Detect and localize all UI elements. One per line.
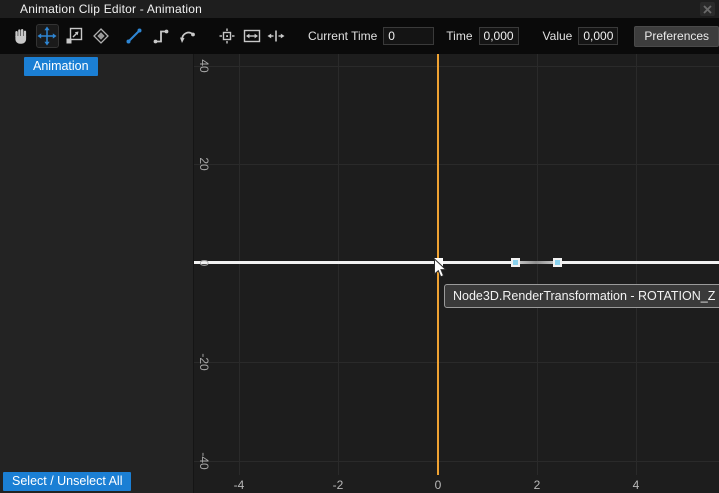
move-icon	[37, 26, 57, 46]
spline-interpolation-icon	[177, 26, 197, 46]
gridline-vertical	[338, 54, 339, 475]
step-interpolation-button[interactable]	[150, 25, 172, 47]
curve-graph-canvas[interactable]: 40 20 0 -20 -40 -4 -2 0 2 4 Node3D.Rende…	[193, 54, 719, 493]
x-tick-4: 4	[621, 478, 651, 492]
key-diamond-button[interactable]	[90, 25, 112, 47]
spread-keys-icon	[266, 26, 286, 46]
move-button[interactable]	[37, 25, 59, 47]
time-label: Time	[446, 29, 472, 43]
focus-selected-button[interactable]	[216, 25, 238, 47]
focus-selected-icon	[217, 26, 237, 46]
x-tick-neg-2: -2	[323, 478, 353, 492]
fit-width-button[interactable]	[241, 25, 263, 47]
x-tick-neg-4: -4	[224, 478, 254, 492]
animation-clip-editor-window: Animation Clip Editor - Animation	[0, 0, 719, 493]
pan-hand-button[interactable]	[10, 25, 32, 47]
y-tick-40: 40	[197, 54, 211, 81]
curve-tooltip: Node3D.RenderTransformation - ROTATION_Z	[444, 284, 719, 308]
gridline-horizontal	[194, 362, 719, 363]
gridline-horizontal	[194, 461, 719, 462]
scale-icon	[64, 26, 84, 46]
x-tick-0: 0	[423, 478, 453, 492]
left-panel: Animation Select / Unselect All	[0, 54, 193, 493]
close-icon	[703, 5, 712, 14]
window-title: Animation Clip Editor - Animation	[20, 2, 202, 16]
current-time-label: Current Time	[308, 29, 377, 43]
linear-interpolation-icon	[124, 26, 144, 46]
pan-hand-icon	[11, 26, 31, 46]
gridline-vertical	[239, 54, 240, 475]
mouse-cursor-icon	[433, 258, 449, 280]
value-label: Value	[543, 29, 573, 43]
select-unselect-all-button[interactable]: Select / Unselect All	[3, 472, 131, 491]
curve-segment-between-keys[interactable]	[515, 261, 557, 264]
gridline-vertical	[537, 54, 538, 475]
keyframe-time-2-4[interactable]	[553, 258, 562, 267]
gridline-horizontal	[194, 164, 719, 165]
gridline-horizontal	[194, 66, 719, 67]
x-tick-2: 2	[522, 478, 552, 492]
y-tick-neg-20: -20	[197, 347, 211, 377]
linear-interpolation-button[interactable]	[123, 25, 145, 47]
gridline-vertical	[636, 54, 637, 475]
key-diamond-icon	[91, 26, 111, 46]
scale-button[interactable]	[63, 25, 85, 47]
close-button[interactable]	[700, 2, 715, 16]
y-tick-20: 20	[197, 149, 211, 179]
fit-width-icon	[242, 26, 262, 46]
animation-tab-button[interactable]: Animation	[24, 57, 98, 76]
current-time-input[interactable]	[383, 27, 434, 45]
spread-keys-button[interactable]	[265, 25, 287, 47]
toolbar: Current Time Time Value Preferences	[0, 18, 719, 54]
step-interpolation-icon	[151, 26, 171, 46]
value-input[interactable]	[578, 27, 618, 45]
spline-interpolation-button[interactable]	[177, 25, 199, 47]
keyframe-time-1-55[interactable]	[511, 258, 520, 267]
y-tick-neg-40: -40	[197, 446, 211, 476]
time-input[interactable]	[479, 27, 519, 45]
title-bar: Animation Clip Editor - Animation	[0, 0, 719, 18]
curve-line[interactable]	[194, 261, 719, 264]
y-tick-0: 0	[197, 248, 211, 278]
preferences-button[interactable]: Preferences	[634, 26, 719, 47]
